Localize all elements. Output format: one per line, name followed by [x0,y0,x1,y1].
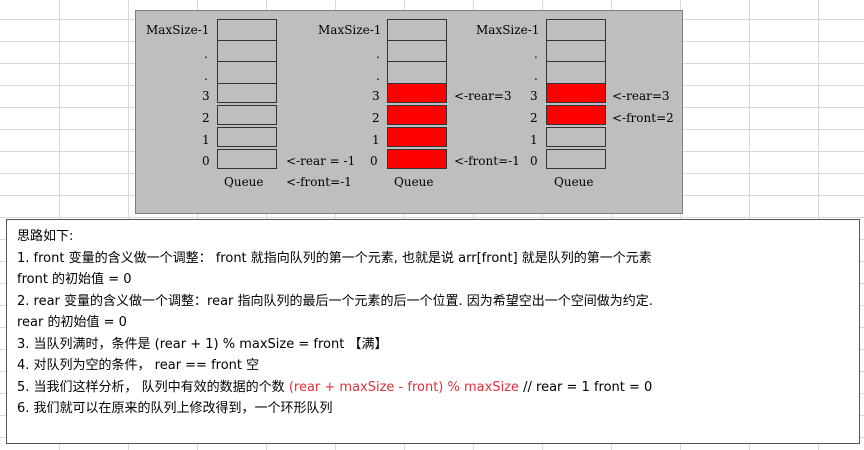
queue-cell-0 [217,149,277,169]
pointer-label: <-rear=3 [454,89,512,103]
label-index-2: 2 [202,111,210,125]
pointer-label: <-rear = -1 [286,154,356,168]
queue-cell [217,19,277,41]
pointer-label: <-front=2 [612,111,674,125]
queue-cell [217,40,277,62]
label-index-3: 3 [372,89,380,103]
queue-cell-1 [546,127,606,147]
label-index-3: 3 [530,89,538,103]
queue-cell-3-filled [387,83,447,103]
queue-cell-2-filled [546,105,606,125]
label-index-1: 1 [372,133,380,147]
notes-line: 3. 当队列满时，条件是 (rear + 1) % maxSize = fron… [17,336,388,352]
label-dot: . [534,47,538,61]
label-index-2: 2 [530,111,538,125]
queue-cell [387,61,447,84]
pointer-label: <-front=-1 [454,154,520,168]
label-dot: . [376,69,380,83]
label-dot: . [204,69,208,83]
label-maxsize: MaxSize-1 [146,23,210,37]
formula-comment: // rear = 1 front = 0 [519,379,653,395]
queue-cell-1-filled [387,127,447,147]
queue-cell [387,19,447,41]
queue-cell [546,19,606,41]
queue-cell [546,61,606,84]
notes-box: 思路如下: 1. front 变量的含义做一个调整： front 就指向队列的第… [6,219,860,444]
queue-cell-2 [217,105,277,125]
notes-line: rear 的初始值 = 0 [17,315,127,330]
queue-cell-3-filled [546,83,606,103]
label-dot: . [204,47,208,61]
notes-line: 6. 我们就可以在原来的队列上修改得到，一个环形队列 [17,401,333,416]
queue-cell-2-filled [387,105,447,125]
queue-caption: Queue [394,175,434,189]
label-index-0: 0 [530,154,538,168]
notes-line: 2. rear 变量的含义做一个调整：rear 指向队列的最后一个元素的后一个位… [17,293,653,309]
queue-cell-0 [546,149,606,169]
notes-line: 5. 当我们这样分析， 队列中有效的数据的个数 (rear + maxSize … [17,377,849,399]
formula-text: (rear + maxSize - front) % maxSize [288,379,519,395]
notes-line: 1. front 变量的含义做一个调整： front 就指向队列的第一个元素, … [17,250,652,266]
queue-cell-1 [217,127,277,147]
queue-cell [387,40,447,62]
notes-line: front 的初始值 = 0 [17,272,132,287]
notes-line: 4. 对队列为空的条件， rear == front 空 [17,358,260,373]
notes-line-prefix: 5. 当我们这样分析， 队列中有效的数据的个数 [17,379,289,395]
queue-caption: Queue [554,175,594,189]
label-index-0: 0 [370,154,378,168]
label-index-3: 3 [202,89,210,103]
queue-caption: Queue [224,175,264,189]
queue-cell-0-filled [387,149,447,169]
queue-diagram: MaxSize-1 . . 3 2 1 0 <-rear = -1 <-fron… [135,10,683,214]
label-maxsize: MaxSize-1 [476,23,540,37]
label-dot: . [376,47,380,61]
notes-title: 思路如下: [17,229,74,244]
label-index-1: 1 [202,133,210,147]
queue-cell [217,61,277,84]
pointer-label: <-front=-1 [286,175,352,189]
pointer-label: <-rear=3 [612,89,670,103]
queue-cell-3 [217,83,277,103]
label-index-2: 2 [372,111,380,125]
label-index-1: 1 [530,133,538,147]
label-maxsize: MaxSize-1 [318,23,382,37]
label-dot: . [534,69,538,83]
queue-cell [546,40,606,62]
label-index-0: 0 [202,154,210,168]
